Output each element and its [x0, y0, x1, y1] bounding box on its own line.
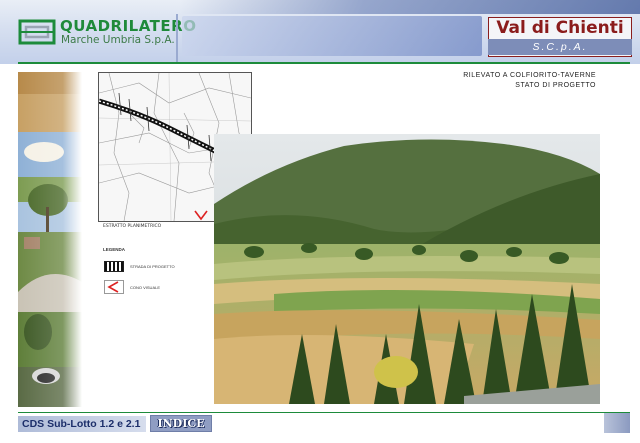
index-button-label[interactable]: INDICE [150, 415, 212, 432]
header-divider [176, 14, 178, 62]
brand-subtitle: S.C.p.A. [488, 39, 632, 55]
legend-road-symbol-icon [104, 261, 124, 272]
header-decorative-band [182, 16, 482, 56]
slide-title-line2: STATO DI PROGETTO [515, 82, 596, 89]
header-rule [18, 62, 630, 64]
footer-section-label: CDS Sub-Lotto 1.2 e 2.1 [22, 418, 141, 430]
logo-subtitle: Marche Umbria S.p.A. [61, 34, 175, 46]
slide-title-line1: RILEVATO A COLFIORITO-TAVERNE [463, 72, 596, 79]
header-shade [180, 0, 640, 14]
brand-title: Val di Chienti [496, 18, 624, 38]
legend-title: LEGENDA [103, 247, 126, 252]
legend-road-label: STRADA DI PROGETTO [130, 264, 175, 269]
footer-rule [18, 412, 630, 413]
map-caption: ESTRATTO PLANIMETRICO [103, 224, 162, 229]
legend-view-cone-label: CONO VISUALE [130, 285, 161, 290]
left-photo-strip [18, 72, 82, 407]
quadrilatero-logo-icon [18, 19, 56, 45]
legend-view-cone-icon [104, 280, 124, 294]
landscape-rendering [214, 134, 600, 404]
footer-decor-right [604, 413, 630, 433]
